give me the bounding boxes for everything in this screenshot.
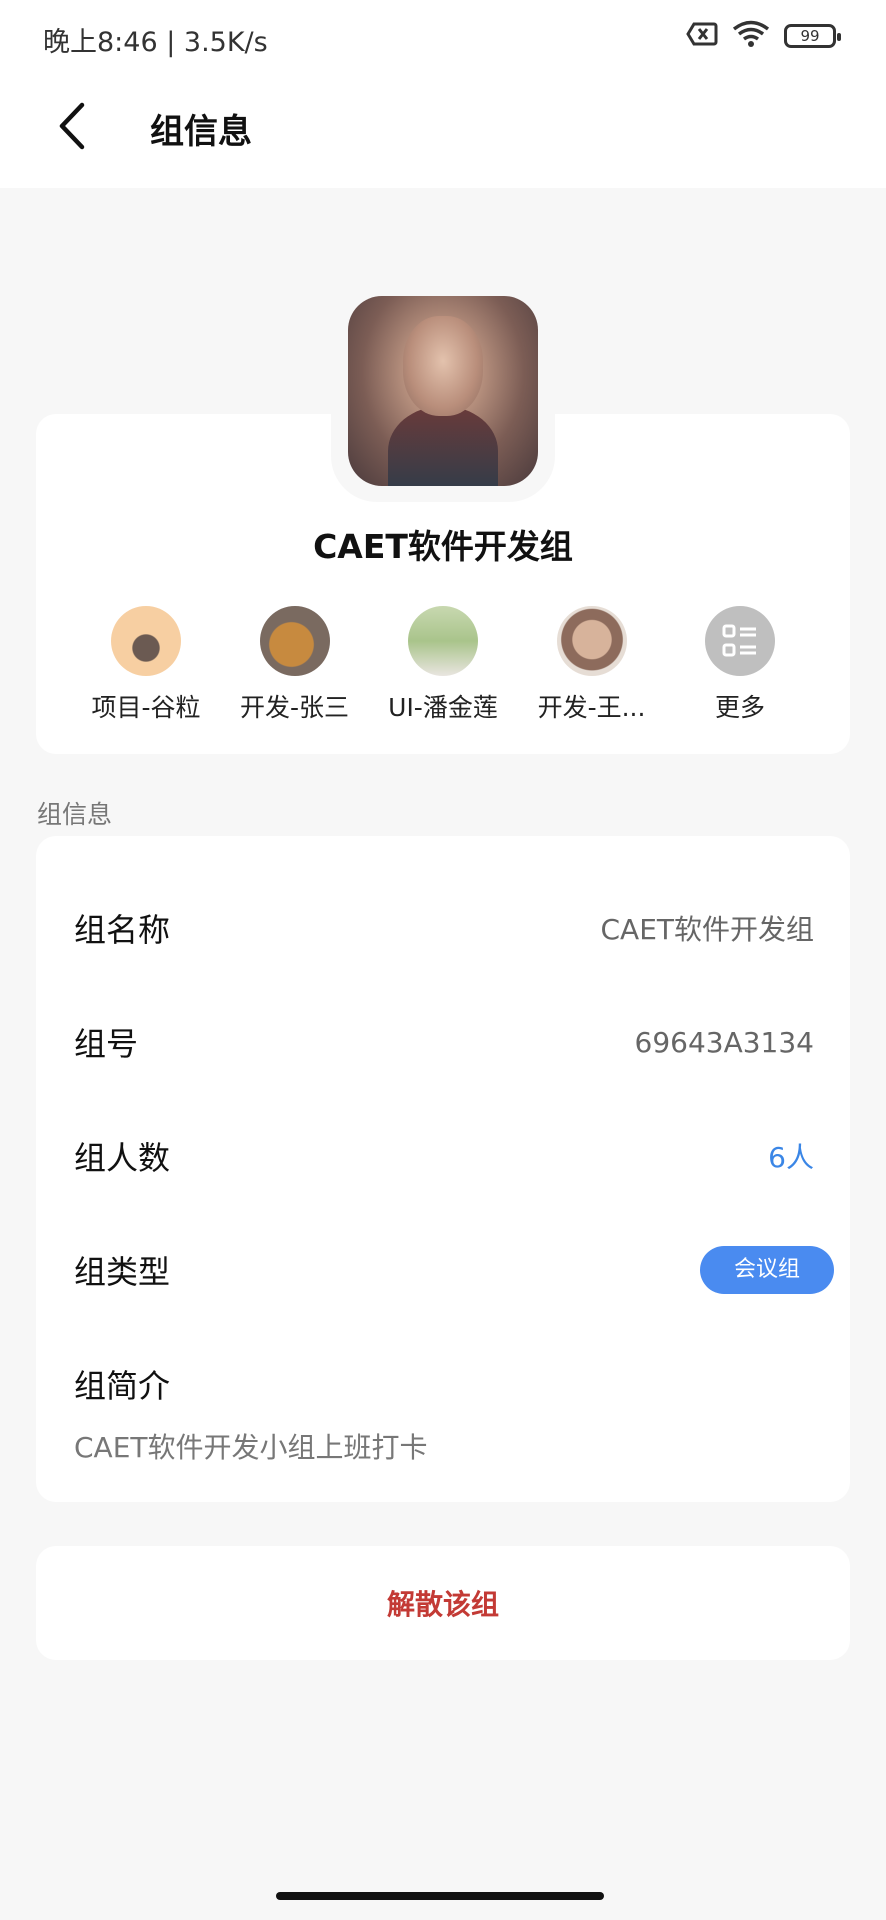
info-value: CAET软件开发组 (600, 913, 814, 946)
info-label: 组简介 (74, 1367, 171, 1405)
member-item[interactable]: 开发-张三 (225, 606, 365, 726)
page-title: 组信息 (150, 112, 252, 152)
member-avatar (111, 606, 181, 676)
group-avatar[interactable] (348, 296, 538, 486)
group-intro-text: CAET软件开发小组上班打卡 (74, 1431, 428, 1464)
member-avatar (259, 606, 330, 676)
member-count-link[interactable]: 6人 (768, 1136, 814, 1176)
back-button[interactable] (42, 98, 102, 158)
battery-icon: 99 (784, 24, 841, 48)
group-name: CAET软件开发组 (313, 527, 573, 566)
more-members-button[interactable]: 更多 (670, 606, 810, 726)
info-label: 组人数 (74, 1139, 171, 1177)
status-bar: 晚上8:46 | 3.5K/s 99 (0, 0, 886, 74)
dissolve-group-button[interactable]: 解散该组 (36, 1546, 850, 1660)
info-row-member-count[interactable]: 组人数 6人 (74, 1126, 814, 1186)
member-item[interactable]: UI-潘金莲 (373, 606, 513, 726)
section-label: 组信息 (37, 800, 113, 829)
member-avatar (556, 606, 627, 676)
sim-off-icon (686, 21, 718, 51)
info-row-group-type: 组类型 会议组 (74, 1240, 834, 1300)
member-avatar (408, 606, 478, 676)
member-item[interactable]: 开发-王... (522, 606, 662, 726)
info-row-intro: 组简介 (74, 1354, 814, 1414)
status-time: 晚上8:46 | 3.5K/s (43, 27, 268, 58)
status-icons: 99 (686, 20, 841, 52)
grid-list-icon (705, 606, 775, 676)
header: 组信息 (0, 74, 886, 188)
info-card: 组名称 CAET软件开发组 组号 69643A3134 组人数 6人 组类型 会… (36, 836, 850, 1502)
info-label: 组号 (74, 1025, 139, 1063)
member-name: UI-潘金莲 (388, 693, 498, 722)
dissolve-label: 解散该组 (386, 1588, 499, 1621)
info-value: 69643A3134 (634, 1025, 814, 1059)
member-item[interactable]: 项目-谷粒 (76, 606, 216, 726)
member-name: 项目-谷粒 (91, 693, 201, 722)
member-name: 开发-王... (537, 693, 646, 722)
member-list: 项目-谷粒 开发-张三 UI-潘金莲 开发-王... 更多 (76, 606, 810, 726)
info-row-group-name: 组名称 CAET软件开发组 (74, 898, 814, 958)
home-indicator[interactable] (276, 1892, 604, 1900)
chevron-left-icon (54, 101, 90, 155)
member-name: 开发-张三 (239, 693, 350, 722)
member-name: 更多 (714, 693, 765, 722)
info-label: 组类型 (74, 1253, 171, 1291)
info-label: 组名称 (74, 911, 171, 949)
info-row-group-number: 组号 69643A3134 (74, 1012, 814, 1072)
wifi-icon (732, 20, 770, 52)
group-type-badge: 会议组 (699, 1246, 834, 1294)
